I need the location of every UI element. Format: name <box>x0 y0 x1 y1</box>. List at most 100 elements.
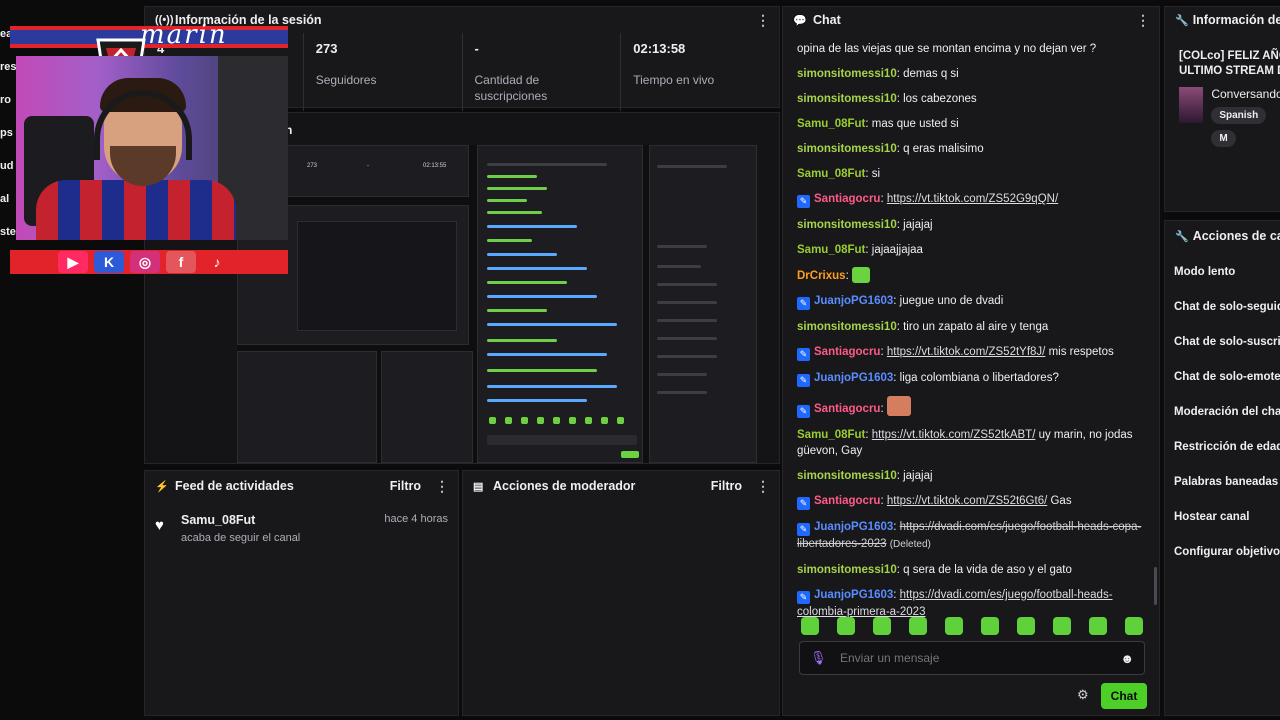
document-icon: ▤ <box>473 480 484 493</box>
action-configure-goals[interactable]: Configurar objetivos <box>1165 535 1280 570</box>
chat-username[interactable]: simonsitomessi10 <box>797 93 897 105</box>
chat-username[interactable]: JuanjoPG1603 <box>814 521 893 533</box>
chat-username[interactable]: simonsitomessi10 <box>797 564 897 576</box>
chat-username[interactable]: Santiagocru <box>814 403 880 415</box>
channel-actions-panel: 🔧 Acciones de can Modo lento Chat de sol… <box>1164 220 1280 716</box>
chat-scrollbar[interactable] <box>1154 567 1157 605</box>
chat-message[interactable]: simonsitomessi10: tiro un zapato al aire… <box>797 319 1143 335</box>
chat-username[interactable]: DrCrixus <box>797 270 846 282</box>
more-options-icon[interactable]: ⋮ <box>435 478 449 495</box>
emote-button[interactable] <box>1125 617 1143 635</box>
action-slow-mode[interactable]: Modo lento <box>1165 255 1280 290</box>
tag[interactable]: Spanish <box>1211 107 1267 124</box>
chat-username[interactable]: simonsitomessi10 <box>797 470 897 482</box>
action-host-channel[interactable]: Hostear canal <box>1165 500 1280 535</box>
chat-username[interactable]: Samu_08Fut <box>797 244 865 256</box>
webcam-video <box>16 56 288 240</box>
chat-message[interactable]: DrCrixus: <box>797 267 1143 284</box>
more-options-icon[interactable]: ⋮ <box>756 478 770 495</box>
chat-username[interactable]: simonsitomessi10 <box>797 68 897 80</box>
chat-message[interactable]: Samu_08Fut: si <box>797 166 1143 182</box>
chat-message[interactable]: simonsitomessi10: demas q si <box>797 66 1143 82</box>
emote-button[interactable] <box>1089 617 1107 635</box>
chat-username[interactable]: Santiagocru <box>814 495 880 507</box>
emote-button[interactable] <box>873 617 891 635</box>
emote-button[interactable] <box>801 617 819 635</box>
chat-username[interactable]: Samu_08Fut <box>797 429 865 441</box>
tag[interactable]: M <box>1211 130 1236 147</box>
chat-link[interactable]: https://vt.tiktok.com/ZS52tYf8J/ <box>887 346 1046 358</box>
streamer-name: marin <box>140 20 228 50</box>
chat-message[interactable]: opina de las viejas que se montan encima… <box>797 41 1143 57</box>
action-emote-only[interactable]: Chat de solo-emote <box>1165 360 1280 395</box>
activity-feed-title: Feed de actividades <box>175 479 294 493</box>
chat-message[interactable]: simonsitomessi10: q sera de la vida de a… <box>797 562 1143 578</box>
emote-button[interactable] <box>1017 617 1035 635</box>
emote-button[interactable] <box>981 617 999 635</box>
microphone-icon[interactable]: 🎙 <box>810 650 840 666</box>
category-thumbnail <box>1179 87 1204 123</box>
chat-input-box[interactable]: 🎙 ☻ <box>799 641 1145 675</box>
action-age-restriction[interactable]: Restricción de edad <box>1165 430 1280 465</box>
chat-message-list[interactable]: opina de las viejas que se montan encima… <box>797 41 1143 629</box>
mod-actions-panel: ▤ Acciones de moderador Filtro ⋮ <box>462 470 780 716</box>
emoji-icon[interactable]: ☻ <box>1120 651 1134 666</box>
bolt-icon: ⚡ <box>155 480 169 493</box>
chat-username[interactable]: simonsitomessi10 <box>797 219 897 231</box>
mod-filter-button[interactable]: Filtro <box>711 479 742 493</box>
chat-message[interactable]: ✎ Santiagocru: <box>797 396 1143 418</box>
chat-message[interactable]: Samu_08Fut: https://vt.tiktok.com/ZS52tk… <box>797 427 1143 459</box>
emote-button[interactable] <box>945 617 963 635</box>
emote-button[interactable] <box>1053 617 1071 635</box>
chat-username[interactable]: JuanjoPG1603 <box>814 589 893 601</box>
action-followers-only[interactable]: Chat de solo-seguid <box>1165 290 1280 325</box>
chat-username[interactable]: Samu_08Fut <box>797 168 865 180</box>
chat-link[interactable]: https://vt.tiktok.com/ZS52tkABT/ <box>872 429 1036 441</box>
chat-username[interactable]: simonsitomessi10 <box>797 143 897 155</box>
stream-category[interactable]: Conversando SpanishM <box>1165 79 1280 147</box>
emote-button[interactable] <box>837 617 855 635</box>
chat-username[interactable]: Santiagocru <box>814 346 880 358</box>
chat-message[interactable]: ✎ JuanjoPG1603: https://dvadi.com/es/jueg… <box>797 519 1143 553</box>
chat-message[interactable]: ✎ JuanjoPG1603: juegue uno de dvadi <box>797 293 1143 310</box>
chat-text: mas que usted si <box>871 118 959 130</box>
heart-icon: ♥ <box>155 517 164 534</box>
chat-message[interactable]: ✎ Santiagocru: https://vt.tiktok.com/ZS52… <box>797 493 1143 510</box>
chat-message[interactable]: ✎ Santiagocru: https://vt.tiktok.com/ZS52… <box>797 344 1143 361</box>
chat-text: q eras malisimo <box>903 143 984 155</box>
chat-message[interactable]: simonsitomessi10: los cabezones <box>797 91 1143 107</box>
chat-message-input[interactable] <box>840 651 1121 665</box>
chat-settings-gear-icon[interactable]: ⚙ <box>1077 687 1089 703</box>
instagram-icon: ◎ <box>130 251 160 273</box>
chat-username[interactable]: Samu_08Fut <box>797 118 865 130</box>
activity-filter-button[interactable]: Filtro <box>390 479 421 493</box>
chat-username[interactable]: simonsitomessi10 <box>797 321 897 333</box>
emote-button[interactable] <box>909 617 927 635</box>
chat-message[interactable]: simonsitomessi10: jajajaj <box>797 468 1143 484</box>
chat-message[interactable]: ✎ JuanjoPG1603: liga colombiana o liberta… <box>797 370 1143 387</box>
chat-message[interactable]: simonsitomessi10: q eras malisimo <box>797 141 1143 157</box>
chat-message[interactable]: ✎ Santiagocru: https://vt.tiktok.com/ZS52… <box>797 191 1143 208</box>
chat-link[interactable]: https://vt.tiktok.com/ZS52t6Gt6/ <box>887 495 1047 507</box>
action-banned-words[interactable]: Palabras baneadas <box>1165 465 1280 500</box>
more-options-icon[interactable]: ⋮ <box>1136 12 1150 29</box>
chat-username[interactable]: JuanjoPG1603 <box>814 295 893 307</box>
chat-username[interactable]: JuanjoPG1603 <box>814 372 893 384</box>
chat-message[interactable]: ✎ JuanjoPG1603: https://dvadi.com/es/jueg… <box>797 587 1143 620</box>
stream-title[interactable]: [COLco] FELIZ AÑO ULTIMO STREAM D <box>1165 33 1280 79</box>
activity-item[interactable]: ♥ Samu_08Fut acaba de seguir el canal ha… <box>145 501 458 556</box>
chat-text: juegue uno de dvadi <box>899 295 1004 307</box>
activity-feed-panel: ⚡ Feed de actividades Filtro ⋮ ♥ Samu_08… <box>144 470 459 716</box>
chat-link[interactable]: https://vt.tiktok.com/ZS52G9qQN/ <box>887 193 1058 205</box>
chat-message[interactable]: simonsitomessi10: jajajaj <box>797 217 1143 233</box>
tiktok-icon: ♪ <box>202 251 232 273</box>
send-chat-button[interactable]: Chat <box>1101 683 1147 709</box>
moderator-badge-icon: ✎ <box>797 591 810 604</box>
chat-message[interactable]: Samu_08Fut: jajaajjajaa <box>797 242 1143 258</box>
chat-username[interactable]: Santiagocru <box>814 193 880 205</box>
action-chat-moderation[interactable]: Moderación del cha <box>1165 395 1280 430</box>
more-options-icon[interactable]: ⋮ <box>756 12 770 29</box>
stat-live-time: 02:13:58 Tiempo en vivo <box>633 41 715 87</box>
action-subscribers-only[interactable]: Chat de solo-suscri <box>1165 325 1280 360</box>
chat-message[interactable]: Samu_08Fut: mas que usted si <box>797 116 1143 132</box>
